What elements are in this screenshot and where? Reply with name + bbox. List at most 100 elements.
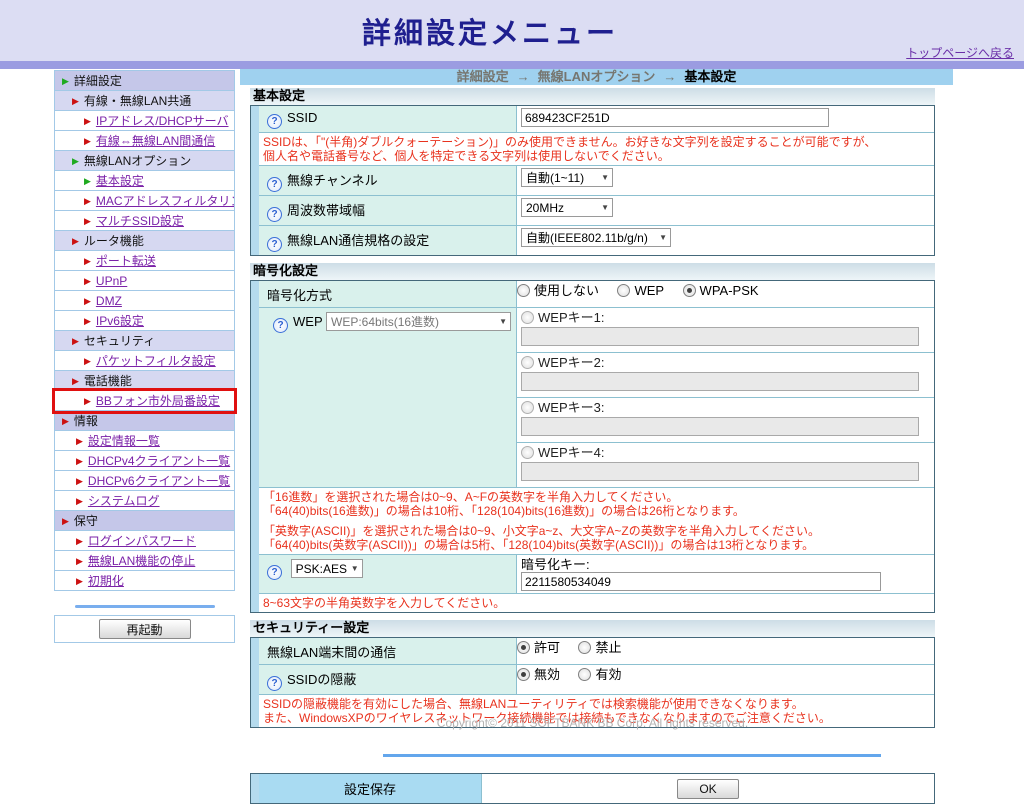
sidebar-item-7[interactable]: ▶ マルチSSID設定 — [55, 211, 234, 231]
sidebar-item-label[interactable]: パケットフィルタ設定 — [96, 354, 216, 368]
sidebar-item-3[interactable]: ▶ 有線⇔無線LAN間通信 — [55, 131, 234, 151]
psk-key-cell: 暗号化キー: — [516, 555, 934, 593]
sidebar-item-18[interactable]: ▶設定情報一覧 — [55, 431, 234, 451]
sidebar-item-11[interactable]: ▶DMZ — [55, 291, 234, 311]
sidebar-item-label[interactable]: MACアドレスフィルタリング — [96, 194, 234, 208]
channel-label: 無線チャンネル — [287, 173, 378, 188]
wireless-channel-select[interactable]: 自動(1~11)▼ — [521, 168, 613, 187]
wep-key1-radio[interactable] — [521, 311, 534, 324]
sidebar-item-15: ▶電話機能 — [55, 371, 234, 391]
encryption-method-label: 暗号化方式 — [259, 281, 516, 307]
sidebar-item-label[interactable]: 初期化 — [88, 574, 124, 588]
bandwidth-row: ?周波数帯域幅 20MHz▼ — [259, 195, 934, 225]
ssid-label: SSID — [287, 110, 317, 125]
radio-disabled-option[interactable] — [517, 284, 530, 297]
section-divider — [383, 754, 881, 757]
help-icon[interactable]: ? — [267, 114, 282, 129]
security-settings-table: 無線LAN端末間の通信 許可 禁止 ?SSIDの隠蔽 無効 有効 — [250, 637, 935, 728]
encryption-key-input[interactable] — [521, 572, 881, 591]
ssid-label-cell: ? SSID — [259, 106, 516, 132]
sidebar-item-label[interactable]: 基本設定 — [96, 174, 144, 188]
help-icon[interactable]: ? — [267, 177, 282, 192]
wep-key2-radio[interactable] — [521, 356, 534, 369]
help-icon[interactable]: ? — [267, 207, 282, 222]
select-value: 自動(1~11) — [526, 169, 584, 186]
radio-deny-option[interactable] — [578, 641, 591, 654]
standard-row: ?無線LAN通信規格の設定 自動(IEEE802.11b/g/n)▼ — [259, 225, 934, 255]
sidebar-item-label[interactable]: 有線⇔無線LAN間通信 — [96, 134, 215, 148]
wep-key3-radio[interactable] — [521, 401, 534, 414]
sidebar-item-label[interactable]: システムログ — [88, 494, 160, 508]
sidebar-item-22: ▶保守 — [55, 511, 234, 531]
triangle-bullet-icon: ▶ — [76, 496, 83, 506]
sidebar-item-14[interactable]: ▶パケットフィルタ設定 — [55, 351, 234, 371]
sidebar-item-2[interactable]: ▶IPアドレス/DHCPサーバ — [55, 111, 234, 131]
radio-hide-off-option[interactable] — [517, 668, 530, 681]
ssid-input[interactable] — [521, 108, 829, 127]
wep-key-subrow: WEPキー3: — [517, 397, 934, 442]
sidebar-item-9[interactable]: ▶ポート転送 — [55, 251, 234, 271]
restart-button[interactable]: 再起動 — [99, 619, 191, 639]
sidebar-item-label[interactable]: ポート転送 — [96, 254, 156, 268]
help-icon[interactable]: ? — [267, 676, 282, 691]
sidebar-item-16-highlighted[interactable]: ▶ BBフォン市外局番設定 — [55, 391, 234, 411]
sidebar-item-label[interactable]: 設定情報一覧 — [88, 434, 160, 448]
sidebar-item-5[interactable]: ▶基本設定 — [55, 171, 234, 191]
sidebar-item-20[interactable]: ▶DHCPv6クライアント一覧 — [55, 471, 234, 491]
breadcrumb: 詳細設定→無線LANオプション→基本設定 — [240, 69, 953, 85]
radio-wep-option[interactable] — [617, 284, 630, 297]
breadcrumb-arrow-icon: → — [663, 69, 676, 84]
sidebar-item-25[interactable]: ▶ 初期化 — [55, 571, 234, 591]
triangle-bullet-icon: ▶ — [84, 136, 91, 146]
wep-label: WEP — [293, 314, 322, 329]
sidebar-item-24[interactable]: ▶無線LAN機能の停止 — [55, 551, 234, 571]
sidebar-item-label[interactable]: 無線LAN機能の停止 — [88, 554, 195, 568]
sidebar-item-0: ▶詳細設定 — [55, 71, 234, 91]
back-to-top-link[interactable]: トップページへ戻る — [906, 44, 1014, 61]
restart-box: 再起動 — [54, 615, 235, 643]
help-icon[interactable]: ? — [267, 565, 282, 580]
sidebar-item-label[interactable]: ログインパスワード — [88, 534, 196, 548]
triangle-bullet-icon: ▶ — [84, 396, 91, 406]
radio-allow-option[interactable] — [517, 641, 530, 654]
sidebar-item-12[interactable]: ▶ IPv6設定 — [55, 311, 234, 331]
wep-key4-input[interactable] — [521, 462, 919, 481]
sidebar-item-label[interactable]: IPv6設定 — [96, 314, 144, 328]
wireless-standard-select[interactable]: 自動(IEEE802.11b/g/n)▼ — [521, 228, 671, 247]
wep-key1-input[interactable] — [521, 327, 919, 346]
ssid-row: ? SSID — [259, 106, 934, 132]
triangle-bullet-icon: ▶ — [76, 576, 83, 586]
sidebar-item-19[interactable]: ▶DHCPv4クライアント一覧 — [55, 451, 234, 471]
encryption-method-row: 暗号化方式 使用しない WEP WPA-PSK — [259, 281, 934, 307]
triangle-bullet-icon: ▶ — [84, 216, 91, 226]
psk-type-select[interactable]: PSK:AES▼ — [291, 559, 363, 578]
ssid-hide-label: SSIDの隠蔽 — [287, 672, 356, 687]
sidebar-item-label[interactable]: DHCPv6クライアント一覧 — [88, 474, 230, 488]
triangle-bullet-icon: ▶ — [84, 316, 91, 326]
bandwidth-select[interactable]: 20MHz▼ — [521, 198, 613, 217]
wep-key3-input[interactable] — [521, 417, 919, 436]
sidebar-item-21[interactable]: ▶ システムログ — [55, 491, 234, 511]
sidebar-item-label[interactable]: UPnP — [96, 274, 127, 288]
radio-hide-on-option[interactable] — [578, 668, 591, 681]
wep-key4-radio[interactable] — [521, 446, 534, 459]
radio-wpa-psk-option[interactable] — [683, 284, 696, 297]
save-row: 設定保存 OK — [259, 774, 934, 803]
sidebar-item-label[interactable]: DHCPv4クライアント一覧 — [88, 454, 230, 468]
select-value: WEP:64bits(16進数) — [331, 313, 439, 330]
triangle-bullet-icon: ▶ — [72, 236, 79, 246]
sidebar-item-label[interactable]: DMZ — [96, 294, 122, 308]
help-icon[interactable]: ? — [267, 237, 282, 252]
wep-type-select[interactable]: WEP:64bits(16進数)▼ — [326, 312, 511, 331]
ok-button[interactable]: OK — [677, 779, 739, 799]
sidebar-item-23[interactable]: ▶ログインパスワード — [55, 531, 234, 551]
basic-settings-table: ?SSID SSIDは、「"(半角)ダブルクォーテーション)」のみ使用できません… — [250, 105, 935, 256]
help-icon[interactable]: ? — [273, 318, 288, 333]
sidebar-item-label[interactable]: IPアドレス/DHCPサーバ — [96, 114, 229, 128]
sidebar-item-label[interactable]: マルチSSID設定 — [96, 214, 184, 228]
sidebar-item-label[interactable]: BBフォン市外局番設定 — [96, 394, 220, 408]
sidebar-item-6[interactable]: ▶MACアドレスフィルタリング — [55, 191, 234, 211]
sidebar-item-10[interactable]: ▶UPnP — [55, 271, 234, 291]
wep-key2-input[interactable] — [521, 372, 919, 391]
chevron-down-icon: ▼ — [601, 203, 609, 212]
